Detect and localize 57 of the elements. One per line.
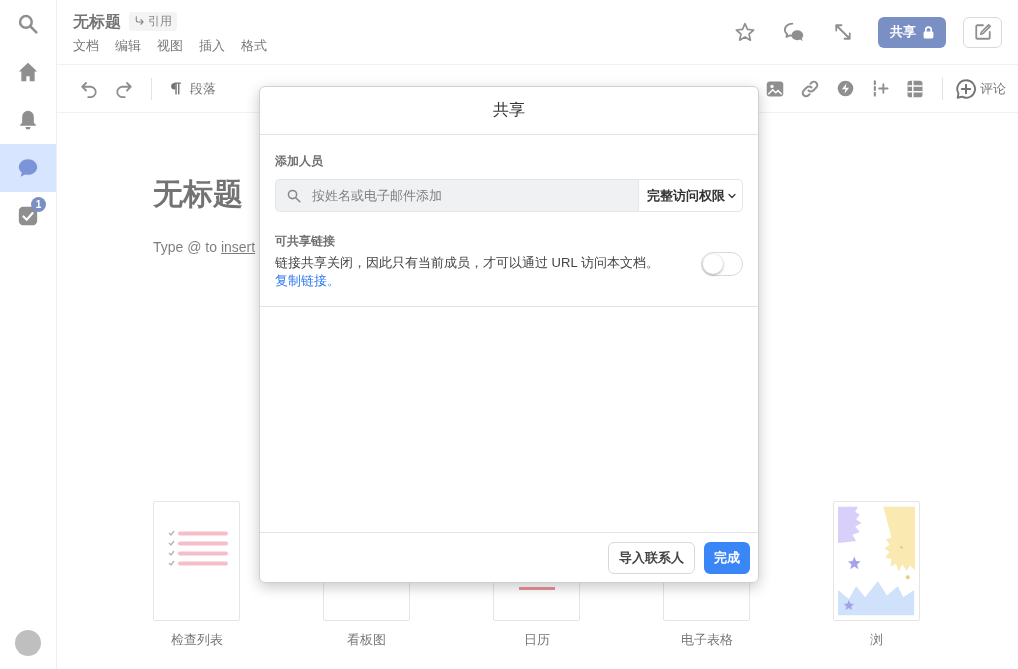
edit-icon [973, 23, 992, 41]
link-sharing-description: 链接共享关闭，因此只有当前成员，才可以通过 URL 访问本文档。 复制链接。 [275, 254, 660, 290]
dialog-title: 共享 [493, 100, 525, 120]
search-field[interactable]: 按姓名或电子邮件添加 [275, 179, 638, 212]
template-label: 看板图 [347, 631, 386, 649]
link-icon [801, 79, 819, 98]
chat-bubble-icon [18, 158, 38, 178]
sidebar-button[interactable]: 1 [0, 192, 56, 240]
template-label: 浏 [870, 631, 883, 649]
cite-button[interactable]: 引用 [129, 12, 177, 31]
menu-item[interactable]: 格式 [241, 36, 267, 55]
new-document-button[interactable] [963, 16, 1002, 48]
undo-icon [80, 79, 98, 98]
search-icon [287, 189, 301, 203]
access-dropdown[interactable]: 完整访问权限 [638, 179, 743, 212]
paragraph-style-button[interactable]: 段落 [165, 75, 220, 102]
menu-item[interactable]: 文档 [73, 36, 99, 55]
checklist-drawing [168, 530, 228, 566]
comment-button[interactable]: 评论 [956, 74, 1006, 103]
menu-item[interactable]: 编辑 [115, 36, 141, 55]
bell-icon [18, 110, 38, 130]
redo-icon [115, 79, 133, 98]
document-title: 无标题 [73, 11, 121, 32]
lock-icon [921, 24, 935, 40]
link-sharing-toggle[interactable] [701, 252, 743, 276]
chat-bubbles-icon [784, 22, 804, 42]
checkbox-icon [18, 206, 38, 226]
done-button[interactable]: 完成 [704, 541, 750, 574]
editor-hint: Type @ to insert [153, 238, 256, 257]
template-label: 检查列表 [170, 631, 223, 649]
add-comment-icon [956, 78, 976, 99]
home-icon [18, 62, 38, 82]
expand-icon [834, 23, 852, 41]
count-badge: 1 [31, 197, 46, 212]
menu-item[interactable]: 视图 [157, 36, 183, 55]
calendar-row [518, 587, 555, 590]
import-contacts-button[interactable]: 导入联系人 [608, 541, 695, 574]
template-label: 电子表格 [680, 631, 733, 649]
image-icon [766, 79, 784, 98]
share-button[interactable]: 共享 [878, 16, 946, 48]
lightning-icon [836, 80, 854, 97]
template-label: 日历 [523, 631, 550, 649]
table-icon [906, 79, 924, 98]
star-icon [735, 22, 755, 42]
pilcrow-icon [169, 81, 182, 96]
sidebar-button[interactable] [0, 144, 56, 192]
user-avatar[interactable] [15, 630, 41, 656]
section-label: 可共享链接 [275, 234, 336, 248]
search-icon [18, 14, 38, 34]
return-arrow-icon [134, 16, 145, 27]
document-heading: 无标题 [153, 177, 243, 211]
insert-column-icon [871, 80, 889, 97]
menu-item[interactable]: 插入 [199, 36, 225, 55]
chevron-down-icon [728, 191, 736, 200]
insert-link[interactable]: insert [220, 239, 256, 255]
section-label: 添加人员 [275, 154, 324, 168]
copy-link[interactable]: 复制链接。 [275, 273, 340, 288]
